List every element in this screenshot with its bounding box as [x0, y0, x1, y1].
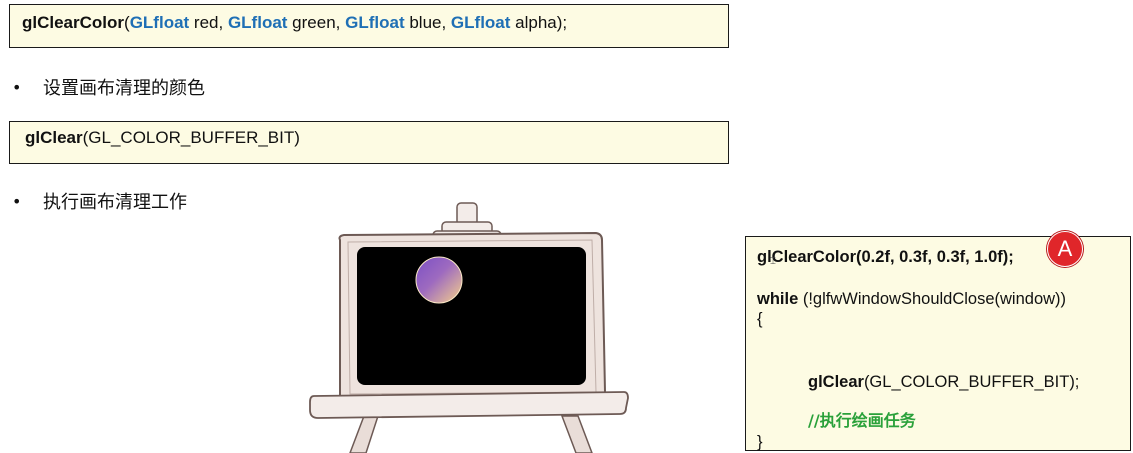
- function-name: glClear: [25, 128, 83, 147]
- type-keyword: GLfloat: [129, 13, 190, 32]
- code-line-close-brace: }: [757, 433, 763, 451]
- type-keyword: GLfloat: [450, 13, 511, 32]
- while-condition: (!glfwWindowShouldClose(window)): [798, 290, 1067, 308]
- annotation-badge-a: A: [1047, 231, 1083, 267]
- clear-function: glClear: [808, 373, 864, 391]
- param-red: red,: [189, 13, 228, 32]
- code-line-open-brace: {: [757, 310, 763, 328]
- clear-signature-box: glClear(GL_COLOR_BUFFER_BIT): [9, 121, 729, 164]
- black-canvas-screen: [357, 247, 586, 385]
- code-line-clearcolor: glClearColor(0.2f, 0.3f, 0.3f, 1.0f);: [757, 248, 1014, 266]
- easel-board-illustration: [309, 202, 629, 453]
- easel-legs: [349, 415, 593, 453]
- bullet-dot: •: [12, 192, 22, 211]
- type-keyword: GLfloat: [227, 13, 288, 32]
- clearcolor-signature-box: glClearColor(GLfloat red, GLfloat green,…: [9, 4, 729, 48]
- code-line-clear: glClear(GL_COLOR_BUFFER_BIT);: [808, 372, 1079, 392]
- bullet-text: 设置画布清理的颜色: [43, 78, 205, 99]
- function-args: (GL_COLOR_BUFFER_BIT): [82, 128, 300, 147]
- param-green: green,: [287, 13, 346, 32]
- render-loop-code-panel: glClearColor(0.2f, 0.3f, 0.3f, 1.0f); wh…: [745, 236, 1131, 451]
- easel-shelf: [309, 391, 629, 419]
- type-keyword: GLfloat: [345, 13, 405, 32]
- param-blue: blue,: [404, 13, 451, 32]
- clear-args: (GL_COLOR_BUFFER_BIT);: [863, 373, 1080, 391]
- bullet-dot: •: [12, 78, 22, 97]
- text-cursor-icon: ⌶: [770, 256, 776, 267]
- code-comment: //执行绘画任务: [808, 411, 916, 430]
- gradient-orb: [415, 256, 463, 304]
- bullet-text: 执行画布清理工作: [43, 192, 187, 213]
- code-line-while: while (!glfwWindowShouldClose(window)): [757, 289, 1066, 309]
- function-name: glClearColor: [22, 13, 125, 32]
- param-alpha: alpha);: [510, 13, 568, 32]
- while-keyword: while: [757, 290, 799, 308]
